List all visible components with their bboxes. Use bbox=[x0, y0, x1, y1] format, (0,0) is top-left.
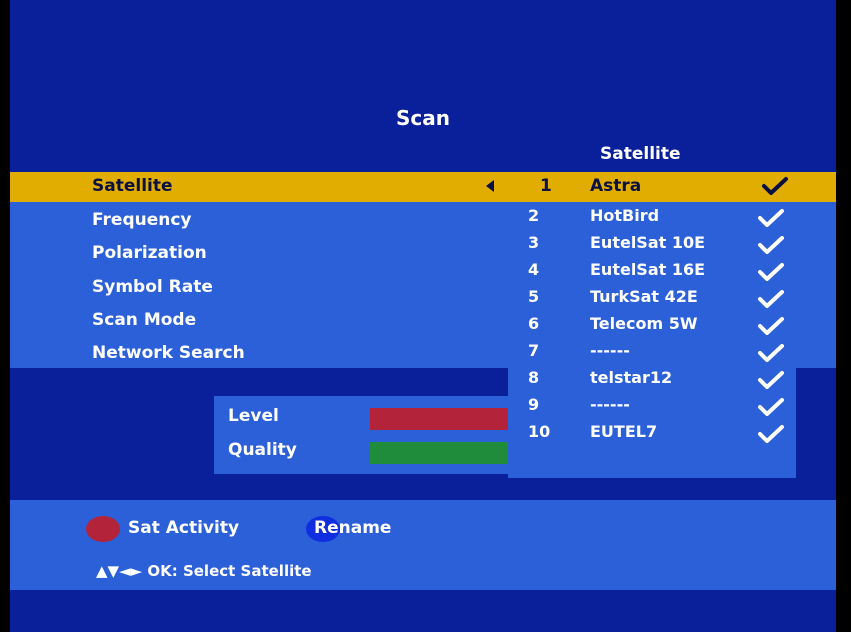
check-icon bbox=[758, 424, 784, 448]
satellite-number: 5 bbox=[528, 287, 540, 306]
check-icon bbox=[758, 208, 784, 232]
satellite-name: HotBird bbox=[590, 206, 660, 225]
satellite-name: Telecom 5W bbox=[590, 314, 698, 333]
check-icon bbox=[758, 316, 784, 340]
satellite-row[interactable]: 3 EutelSat 10E bbox=[508, 233, 796, 260]
check-icon bbox=[758, 289, 784, 313]
menu-item-scan-mode[interactable]: Scan Mode bbox=[92, 310, 196, 330]
check-icon bbox=[758, 370, 784, 394]
satellite-number: 7 bbox=[528, 341, 540, 360]
satellite-number: 10 bbox=[528, 422, 551, 441]
satellite-name: EUTEL7 bbox=[590, 422, 658, 441]
quality-label: Quality bbox=[228, 440, 297, 460]
satellite-name: ------ bbox=[590, 395, 630, 414]
satellite-row[interactable]: 4 EutelSat 16E bbox=[508, 260, 796, 287]
satellite-row[interactable]: 6 Telecom 5W bbox=[508, 314, 796, 341]
check-icon bbox=[758, 397, 784, 421]
satellite-list: 2 HotBird 3 EutelSat 10E 4 EutelSat 16E … bbox=[508, 202, 796, 478]
satellite-list-header: Satellite bbox=[600, 144, 681, 164]
selected-satellite-name[interactable]: Astra bbox=[590, 176, 641, 196]
scan-screen: Scan Satellite Satellite Frequency Polar… bbox=[10, 0, 836, 632]
satellite-number: 4 bbox=[528, 260, 540, 279]
menu-item-network-search[interactable]: Network Search bbox=[92, 343, 245, 363]
red-key-icon bbox=[86, 516, 120, 542]
satellite-number: 8 bbox=[528, 368, 540, 387]
check-icon bbox=[762, 176, 788, 200]
satellite-row[interactable]: 7 ------ bbox=[508, 341, 796, 368]
satellite-row[interactable]: 10 EUTEL7 bbox=[508, 422, 796, 449]
check-icon bbox=[758, 235, 784, 259]
satellite-row[interactable]: 2 HotBird bbox=[508, 206, 796, 233]
satellite-number: 3 bbox=[528, 233, 540, 252]
check-icon bbox=[758, 262, 784, 286]
satellite-name: EutelSat 10E bbox=[590, 233, 706, 252]
menu-item-polarization[interactable]: Polarization bbox=[92, 243, 207, 263]
satellite-name: TurkSat 42E bbox=[590, 287, 698, 306]
navigation-hint: ▲▼◄► OK: Select Satellite bbox=[96, 562, 312, 580]
level-label: Level bbox=[228, 406, 279, 426]
satellite-number: 2 bbox=[528, 206, 540, 225]
satellite-name: EutelSat 16E bbox=[590, 260, 706, 279]
satellite-number: 9 bbox=[528, 395, 540, 414]
left-arrow-icon[interactable] bbox=[486, 180, 494, 192]
right-border bbox=[836, 0, 851, 632]
menu-item-symbol-rate[interactable]: Symbol Rate bbox=[92, 277, 213, 297]
rename-label: Rename bbox=[314, 518, 392, 538]
satellite-row[interactable]: 8 telstar12 bbox=[508, 368, 796, 395]
menu-item-frequency[interactable]: Frequency bbox=[92, 210, 192, 230]
satellite-row[interactable]: 5 TurkSat 42E bbox=[508, 287, 796, 314]
sat-activity-label: Sat Activity bbox=[128, 518, 240, 538]
selected-satellite-number: 1 bbox=[540, 176, 552, 196]
left-border bbox=[0, 0, 10, 632]
quality-bar bbox=[370, 442, 510, 464]
satellite-number: 6 bbox=[528, 314, 540, 333]
page-title: Scan bbox=[396, 106, 450, 130]
menu-item-label-satellite: Satellite bbox=[92, 176, 173, 196]
level-bar bbox=[370, 408, 510, 430]
check-icon bbox=[758, 343, 784, 367]
satellite-name: ------ bbox=[590, 341, 630, 360]
satellite-name: telstar12 bbox=[590, 368, 673, 387]
satellite-row[interactable]: 9 ------ bbox=[508, 395, 796, 422]
